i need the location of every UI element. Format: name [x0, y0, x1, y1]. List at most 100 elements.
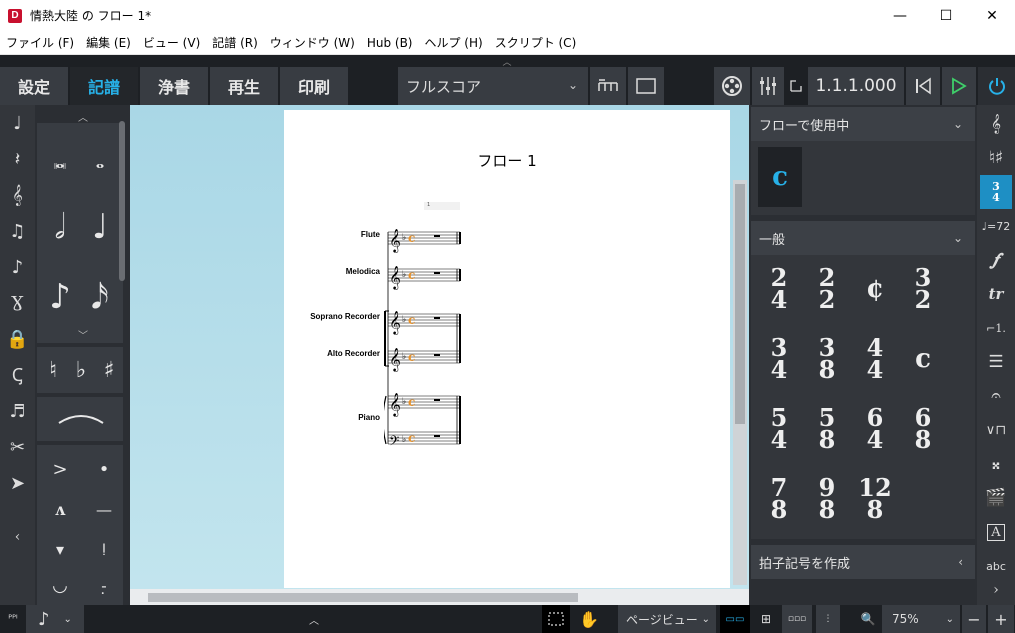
lock-duration-icon[interactable]: 🔒	[0, 321, 35, 357]
time-signature-3-2[interactable]: 32	[903, 261, 943, 317]
time-signature-4-4[interactable]: 44	[855, 331, 895, 387]
time-signature-cut-common[interactable]: ¢	[855, 261, 895, 317]
chord-icon[interactable]: ♬	[0, 393, 35, 429]
time-signature-9-8[interactable]: 98	[807, 471, 847, 527]
unstress-icon[interactable]: ◡	[41, 567, 79, 603]
page-view-button[interactable]	[628, 67, 664, 105]
clef-icon[interactable]: 𝄞	[977, 107, 1015, 141]
eighth-note-icon[interactable]: ♪	[41, 269, 79, 325]
horizontal-pages-icon[interactable]: ▫▫▫	[782, 605, 812, 633]
clapperboard-icon[interactable]: 🎬	[977, 481, 1015, 515]
score-area[interactable]: フロー 1 1 Flute Melodica Soprano Recorder …	[130, 105, 749, 605]
tab-write[interactable]: 記譜	[70, 67, 138, 105]
tab-print[interactable]: 印刷	[280, 67, 348, 105]
voice-icon[interactable]: ᴾᴾᴵ	[2, 605, 24, 633]
accent-icon[interactable]: >	[41, 451, 79, 487]
rewind-button[interactable]	[906, 67, 940, 105]
mixer-button[interactable]	[752, 67, 784, 105]
marcato-icon[interactable]: ʌ	[41, 491, 79, 527]
fermata-icon[interactable]: 𝄐	[977, 379, 1015, 413]
menu-edit[interactable]: 編集 (E)	[80, 31, 137, 55]
score-staves[interactable]: 𝄞 𝄞 𝄞 𝄞 𝄞 𝄢 ♭ ♭ ♭ ♭ ♭ ♭ c c c c c c	[384, 220, 468, 450]
vertical-pages-icon[interactable]: ⋮	[816, 605, 840, 633]
menu-window[interactable]: ウィンドウ (W)	[264, 31, 361, 55]
time-signature-2-2[interactable]: 22	[807, 261, 847, 317]
score-vertical-scrollbar[interactable]	[733, 180, 747, 585]
expand-right-icon[interactable]: ›	[977, 573, 1015, 607]
flat-icon[interactable]: ♭	[67, 351, 95, 389]
time-signature-3-8[interactable]: 38	[807, 331, 847, 387]
instrument-name-flute[interactable]: Flute	[290, 230, 380, 239]
collapse-left-icon[interactable]: ‹	[0, 519, 35, 555]
time-signature-7-8[interactable]: 78	[759, 471, 799, 527]
marquee-select-button[interactable]	[542, 605, 570, 633]
play-button[interactable]	[942, 67, 976, 105]
power-button[interactable]	[978, 67, 1015, 105]
instrument-name-soprano-recorder[interactable]: Soprano Recorder	[290, 312, 380, 321]
time-signature-5-8[interactable]: 58	[807, 401, 847, 457]
tenuto-icon[interactable]: —	[85, 491, 123, 527]
natural-icon[interactable]: ♮	[39, 351, 67, 389]
grid-view-icon[interactable]: ⊞	[754, 605, 778, 633]
tuplet-icon[interactable]: ♫	[0, 213, 35, 249]
quarter-note-icon[interactable]: ♩	[81, 199, 119, 255]
slash-notes-icon[interactable]: 𝄞	[0, 177, 35, 213]
breve-icon[interactable]: 𝅜	[41, 143, 79, 179]
sixteenth-note-icon[interactable]: 𝅘𝅥𝅯	[81, 269, 119, 325]
expand-bottom-icon[interactable]: ︿	[306, 605, 322, 633]
half-note-icon[interactable]: 𝅗𝅥	[41, 199, 79, 255]
minimize-button[interactable]: —	[877, 0, 923, 31]
text-box-icon[interactable]: A	[977, 515, 1015, 549]
bar-lines-icon[interactable]: ☰	[977, 345, 1015, 379]
menu-view[interactable]: ビュー (V)	[137, 31, 206, 55]
sharp-icon[interactable]: ♯	[95, 351, 123, 389]
video-reel-button[interactable]	[714, 67, 750, 105]
slur-icon[interactable]	[57, 409, 105, 425]
rest-icon[interactable]: 𝄽	[0, 141, 35, 177]
scroll-up-icon[interactable]: ︿	[78, 109, 88, 124]
tab-setup[interactable]: 設定	[0, 67, 68, 105]
galley-view-button[interactable]	[590, 67, 626, 105]
time-signature-12-8[interactable]: 12 8	[855, 471, 895, 527]
instrument-name-melodica[interactable]: Melodica	[290, 267, 380, 276]
menu-file[interactable]: ファイル (F)	[0, 31, 80, 55]
hand-tool-icon[interactable]: ✋	[574, 605, 604, 633]
tie-icon[interactable]: Ɣ	[0, 285, 35, 321]
instrument-name-piano[interactable]: Piano	[290, 413, 380, 422]
used-in-flow-header[interactable]: フローで使用中 ⌄	[751, 107, 975, 141]
tenuto-staccato-icon[interactable]: -̣	[85, 567, 123, 603]
time-signature-common[interactable]: c	[903, 331, 943, 387]
time-signature-5-4[interactable]: 54	[759, 401, 799, 457]
transport-toggle-button[interactable]	[786, 67, 806, 105]
used-time-signature-common[interactable]: c	[758, 147, 802, 207]
staccato-icon[interactable]: •	[85, 451, 123, 487]
zoom-icon[interactable]: 🔍	[856, 605, 880, 633]
repeat-endings-icon[interactable]: ⌐1.	[977, 311, 1015, 345]
score-page[interactable]: フロー 1 1 Flute Melodica Soprano Recorder …	[284, 110, 730, 588]
time-signature-2-4[interactable]: 24	[759, 261, 799, 317]
ornaments-icon[interactable]: tr	[977, 277, 1015, 311]
grace-note-icon[interactable]: ♪	[0, 249, 35, 285]
score-vertical-scroll-thumb[interactable]	[735, 184, 745, 424]
time-signature-icon[interactable]: 3 4	[980, 175, 1012, 209]
tab-engrave[interactable]: 浄書	[140, 67, 208, 105]
score-horizontal-scrollbar[interactable]	[130, 589, 749, 605]
scroll-down-icon[interactable]: ﹀	[78, 327, 88, 342]
view-type-select[interactable]: ページビュー ⌄	[618, 605, 716, 633]
stress-icon[interactable]: ǃ	[85, 531, 123, 567]
tab-play[interactable]: 再生	[210, 67, 278, 105]
force-position-icon[interactable]: Ꞔ	[0, 357, 35, 393]
dynamics-icon[interactable]: 𝆑	[977, 243, 1015, 277]
scissors-icon[interactable]: ✂	[0, 429, 35, 465]
create-time-signature-header[interactable]: 拍子記号を作成 ‹	[751, 545, 975, 579]
menu-help[interactable]: ヘルプ (H)	[418, 31, 488, 55]
note-value-select[interactable]: ♪ ⌄	[26, 605, 84, 633]
general-header[interactable]: 一般 ⌄	[751, 221, 975, 255]
whole-note-icon[interactable]: 𝅝	[81, 143, 119, 179]
time-signature-6-8[interactable]: 68	[903, 401, 943, 457]
select-arrow-icon[interactable]: ➤	[0, 465, 35, 501]
menu-script[interactable]: スクリプト (C)	[489, 31, 583, 55]
menu-hub[interactable]: Hub (B)	[361, 31, 419, 55]
ear-icon[interactable]: 𝄪	[977, 447, 1015, 481]
instrument-name-alto-recorder[interactable]: Alto Recorder	[290, 349, 380, 358]
